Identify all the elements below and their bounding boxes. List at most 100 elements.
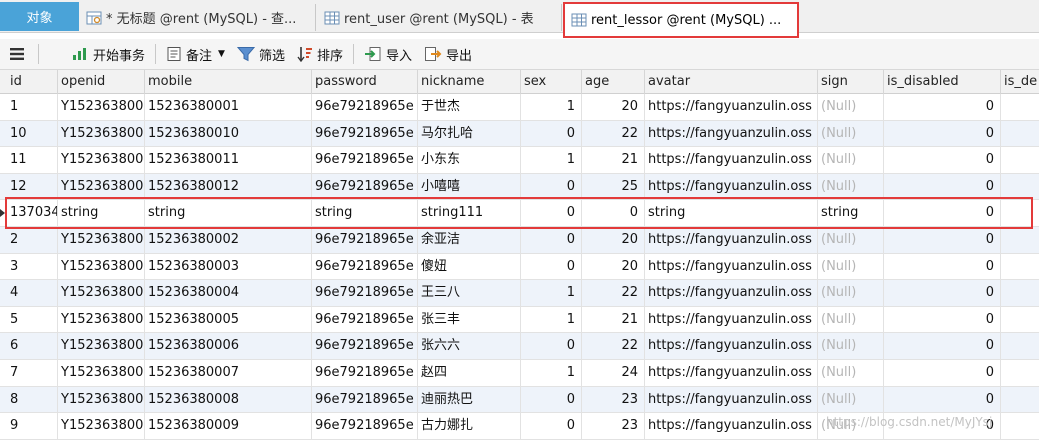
cell-nickname[interactable]: 张六六: [418, 333, 521, 360]
table-row[interactable]: 10 Y152363800 15236380010 96e79218965e 马尔扎哈 0…: [0, 120, 1039, 148]
cell-avatar[interactable]: https://fangyuanzulin.oss: [645, 306, 818, 333]
cell-password[interactable]: 96e79218965e: [312, 253, 418, 280]
tab-objects[interactable]: 对象: [0, 2, 79, 31]
filter-button[interactable]: 筛选: [231, 42, 291, 66]
cell-avatar[interactable]: string: [645, 200, 818, 227]
cell-id[interactable]: 12: [7, 173, 58, 200]
menu-button[interactable]: [0, 39, 34, 70]
cell-avatar[interactable]: https://fangyuanzulin.oss: [645, 413, 818, 440]
cell-nickname[interactable]: 迪丽热巴: [418, 386, 521, 413]
cell-sign[interactable]: (Null): [818, 306, 884, 333]
cell-id[interactable]: 6: [7, 333, 58, 360]
table-row[interactable]: 2 Y152363800 15236380002 96e79218965e 余亚洁 0 20…: [0, 227, 1039, 254]
cell-age[interactable]: 22: [582, 280, 645, 307]
table-row[interactable]: 6 Y152363800 15236380006 96e79218965e 张六六 0 22…: [0, 333, 1039, 360]
cell-is-disabled[interactable]: 0: [884, 94, 1001, 120]
cell-openid[interactable]: Y152363800: [58, 227, 145, 253]
cell-age[interactable]: 20: [582, 227, 645, 253]
cell-is-disabled[interactable]: 0: [884, 173, 1001, 200]
cell-mobile[interactable]: 15236380004: [145, 280, 312, 307]
cell-is-disabled[interactable]: 0: [884, 200, 1001, 227]
column-header-openid[interactable]: openid: [58, 70, 145, 94]
cell-mobile[interactable]: 15236380007: [145, 360, 312, 386]
cell-id[interactable]: 7: [7, 360, 58, 386]
cell-is-disabled[interactable]: 0: [884, 227, 1001, 253]
cell-openid[interactable]: Y152363800: [58, 94, 145, 120]
cell-sign[interactable]: (Null): [818, 333, 884, 360]
cell-mobile[interactable]: 15236380003: [145, 253, 312, 280]
cell-nickname[interactable]: 王三八: [418, 280, 521, 307]
column-header-password[interactable]: password: [312, 70, 418, 94]
cell-sign[interactable]: (Null): [818, 120, 884, 147]
cell-openid[interactable]: Y152363800: [58, 333, 145, 360]
cell-sex[interactable]: 1: [521, 360, 582, 386]
cell-openid[interactable]: string: [58, 200, 145, 227]
cell-age[interactable]: 22: [582, 120, 645, 147]
column-header-sign[interactable]: sign: [818, 70, 884, 94]
cell-password[interactable]: 96e79218965e: [312, 360, 418, 386]
cell-is-disabled[interactable]: 0: [884, 147, 1001, 174]
cell-id[interactable]: 3: [7, 253, 58, 280]
cell-is-disabled[interactable]: 0: [884, 333, 1001, 360]
column-header-is-disabled[interactable]: is_disabled: [884, 70, 1001, 94]
cell-openid[interactable]: Y152363800: [58, 120, 145, 147]
cell-nickname[interactable]: 赵四: [418, 360, 521, 386]
cell-avatar[interactable]: https://fangyuanzulin.oss: [645, 253, 818, 280]
column-header-id[interactable]: id: [7, 70, 58, 94]
cell-sex[interactable]: 0: [521, 333, 582, 360]
cell-nickname[interactable]: 傻妞: [418, 253, 521, 280]
chevron-down-icon[interactable]: ▼: [218, 49, 225, 59]
cell-sex[interactable]: 1: [521, 94, 582, 120]
cell-avatar[interactable]: https://fangyuanzulin.oss: [645, 120, 818, 147]
cell-age[interactable]: 0: [582, 200, 645, 227]
cell-age[interactable]: 20: [582, 253, 645, 280]
table-row[interactable]: 5 Y152363800 15236380005 96e79218965e 张三丰 1 21…: [0, 306, 1039, 334]
note-button[interactable]: 备注 ▼: [160, 42, 231, 66]
column-header-avatar[interactable]: avatar: [645, 70, 818, 94]
cell-id[interactable]: 2: [7, 227, 58, 253]
cell-is-disabled[interactable]: 0: [884, 253, 1001, 280]
cell-mobile[interactable]: string: [145, 200, 312, 227]
cell-password[interactable]: 96e79218965e: [312, 413, 418, 440]
cell-sign[interactable]: (Null): [818, 360, 884, 386]
cell-sign[interactable]: (Null): [818, 147, 884, 174]
column-header-mobile[interactable]: mobile: [145, 70, 312, 94]
cell-is-disabled[interactable]: 0: [884, 280, 1001, 307]
export-button[interactable]: 导出: [418, 42, 478, 66]
cell-sex[interactable]: 0: [521, 173, 582, 200]
cell-nickname[interactable]: 马尔扎哈: [418, 120, 521, 147]
cell-is-disabled[interactable]: 0: [884, 360, 1001, 386]
begin-transaction-button[interactable]: 开始事务: [65, 42, 151, 66]
cell-password[interactable]: 96e79218965e: [312, 173, 418, 200]
column-header-age[interactable]: age: [582, 70, 645, 94]
cell-password[interactable]: string: [312, 200, 418, 227]
cell-nickname[interactable]: 张三丰: [418, 306, 521, 333]
cell-id[interactable]: 8: [7, 386, 58, 413]
column-header-is-de[interactable]: is_de: [1001, 70, 1039, 94]
cell-avatar[interactable]: https://fangyuanzulin.oss: [645, 147, 818, 174]
cell-sign[interactable]: string: [818, 200, 884, 227]
cell-avatar[interactable]: https://fangyuanzulin.oss: [645, 333, 818, 360]
table-row[interactable]: 1 Y152363800 15236380001 96e79218965e 于世杰 1 20…: [0, 94, 1039, 121]
cell-age[interactable]: 24: [582, 360, 645, 386]
cell-openid[interactable]: Y152363800: [58, 306, 145, 333]
cell-mobile[interactable]: 15236380001: [145, 94, 312, 120]
cell-openid[interactable]: Y152363800: [58, 147, 145, 174]
cell-avatar[interactable]: https://fangyuanzulin.oss: [645, 280, 818, 307]
cell-age[interactable]: 23: [582, 413, 645, 440]
cell-nickname[interactable]: 古力娜扎: [418, 413, 521, 440]
cell-sex[interactable]: 0: [521, 200, 582, 227]
cell-id[interactable]: 5: [7, 306, 58, 333]
cell-mobile[interactable]: 15236380012: [145, 173, 312, 200]
cell-age[interactable]: 22: [582, 333, 645, 360]
cell-age[interactable]: 20: [582, 94, 645, 120]
sort-button[interactable]: 排序: [291, 42, 349, 66]
import-button[interactable]: 导入: [358, 42, 418, 66]
table-row[interactable]: 12 Y152363800 15236380012 96e79218965e 小嘻嘻 0 2…: [0, 173, 1039, 201]
cell-openid[interactable]: Y152363800: [58, 386, 145, 413]
cell-nickname[interactable]: 小嘻嘻: [418, 173, 521, 200]
cell-sex[interactable]: 0: [521, 253, 582, 280]
table-row[interactable]: 7 Y152363800 15236380007 96e79218965e 赵四 1 24 h…: [0, 360, 1039, 387]
cell-sex[interactable]: 0: [521, 120, 582, 147]
cell-password[interactable]: 96e79218965e: [312, 386, 418, 413]
